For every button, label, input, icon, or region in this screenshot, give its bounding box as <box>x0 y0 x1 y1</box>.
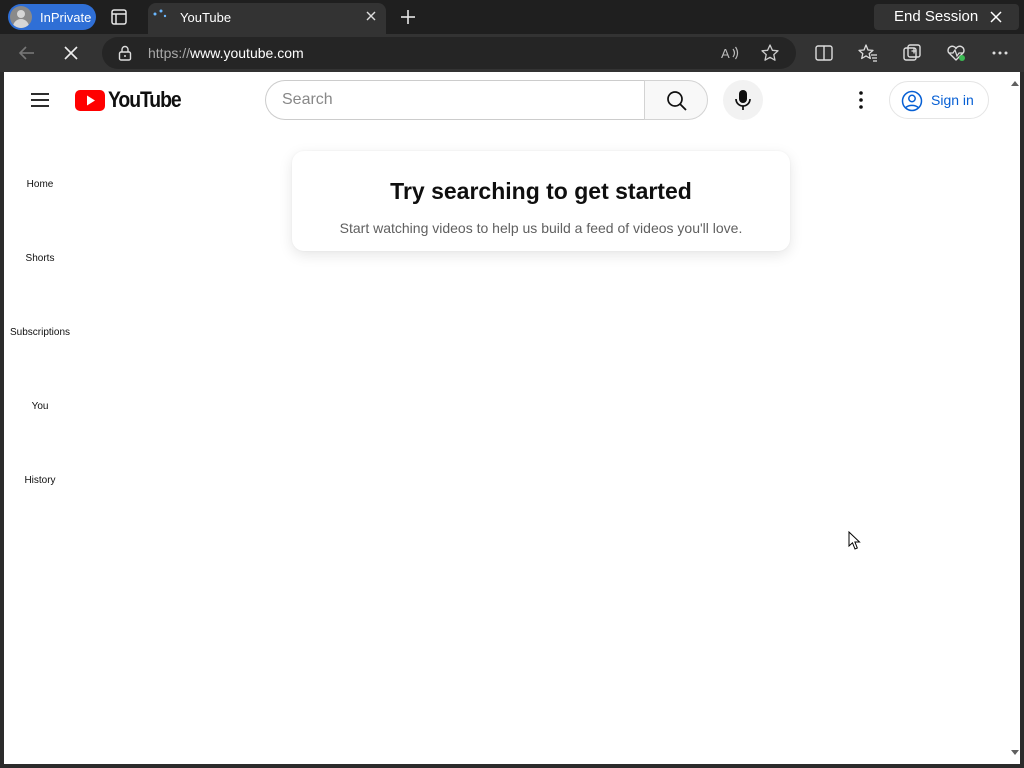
prompt-title: Try searching to get started <box>390 178 692 204</box>
tab-actions-icon[interactable] <box>110 8 128 26</box>
guide-item-subscriptions[interactable]: Subscriptions <box>4 327 76 338</box>
address-url: https://www.youtube.com <box>148 45 304 61</box>
tab-youtube[interactable]: YouTube <box>148 3 386 34</box>
sign-in-button[interactable]: Sign in <box>889 81 989 119</box>
sign-in-label: Sign in <box>931 92 974 108</box>
youtube-logo[interactable]: YouTube <box>75 87 190 112</box>
close-tab-icon[interactable] <box>364 9 378 23</box>
url-host: www.youtube.com <box>190 45 304 61</box>
search-button[interactable] <box>644 80 708 120</box>
back-arrow-icon[interactable] <box>16 42 38 64</box>
split-screen-icon[interactable] <box>813 42 835 64</box>
account-circle-icon <box>901 90 923 112</box>
browser-tab-strip: InPrivate YouTube End Session <box>0 0 1024 34</box>
web-page: YouTube Search Sign in Home Shorts Subsc… <box>4 72 1020 764</box>
youtube-wordmark: YouTube <box>108 87 182 112</box>
guide-item-history[interactable]: History <box>4 475 76 486</box>
address-bar[interactable]: https://www.youtube.com A <box>102 37 796 69</box>
end-session-button[interactable]: End Session <box>874 4 1019 30</box>
inprivate-label: InPrivate <box>40 9 92 25</box>
new-tab-icon[interactable] <box>398 7 418 27</box>
youtube-play-logo-icon <box>75 89 105 111</box>
stop-loading-icon[interactable] <box>60 42 82 64</box>
url-protocol: https:// <box>148 45 191 61</box>
search-input[interactable] <box>265 80 645 120</box>
read-aloud-icon[interactable]: A <box>720 44 740 62</box>
tab-title: YouTube <box>180 10 232 25</box>
microphone-icon <box>735 90 751 110</box>
search-icon <box>667 91 687 111</box>
inprivate-badge[interactable]: InPrivate <box>8 4 96 30</box>
mouse-cursor-icon <box>848 531 861 550</box>
menu-hamburger-icon[interactable] <box>28 88 52 112</box>
search-bar <box>265 80 708 120</box>
browser-toolbar: https://www.youtube.com A <box>0 34 1024 72</box>
lock-icon[interactable] <box>118 45 132 61</box>
guide-item-you[interactable]: You <box>4 401 76 412</box>
scroll-up-arrow-icon[interactable] <box>1010 78 1020 88</box>
more-options-icon[interactable] <box>989 42 1011 64</box>
loading-spinner-icon <box>153 9 167 18</box>
feed-empty-prompt: Try searching to get started Start watch… <box>292 151 790 251</box>
collections-icon[interactable] <box>901 42 923 64</box>
guide-item-home[interactable]: Home <box>4 179 76 190</box>
youtube-header: YouTube Search Sign in <box>4 72 1004 128</box>
prompt-subtitle: Start watching videos to help us build a… <box>339 220 743 236</box>
svg-text:A: A <box>721 46 730 61</box>
favorite-star-icon[interactable] <box>760 43 780 63</box>
browser-essentials-icon[interactable] <box>945 42 967 64</box>
close-icon <box>990 11 1002 23</box>
voice-search-button[interactable] <box>723 80 763 120</box>
favorites-icon[interactable] <box>857 42 879 64</box>
guide-item-shorts[interactable]: Shorts <box>4 253 76 264</box>
page-scrollbar[interactable] <box>1010 76 1020 760</box>
profile-avatar-icon <box>10 6 32 28</box>
settings-kebab-icon[interactable] <box>849 88 873 112</box>
scroll-down-arrow-icon[interactable] <box>1010 748 1020 758</box>
end-session-label: End Session <box>894 8 979 25</box>
